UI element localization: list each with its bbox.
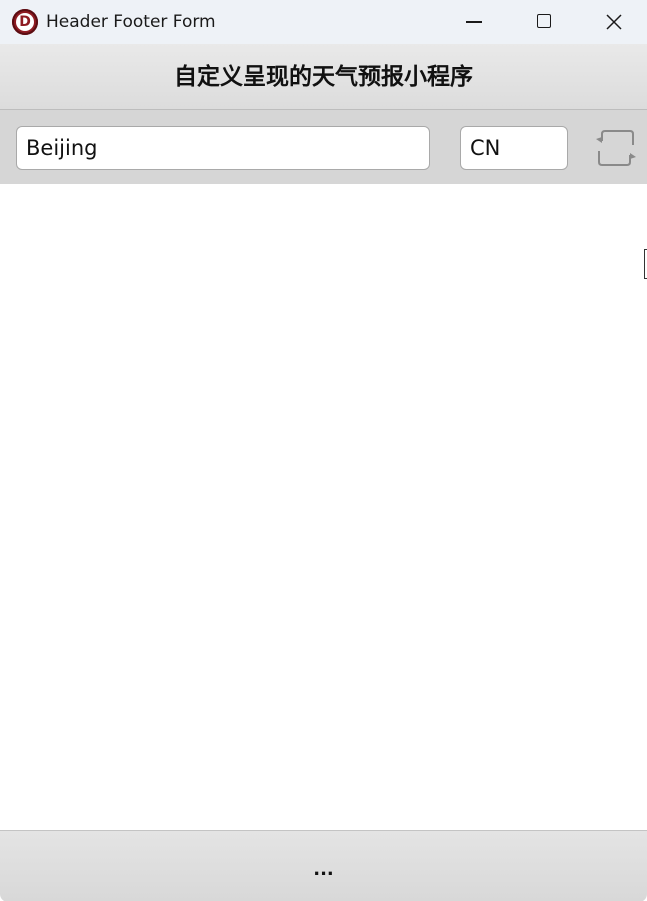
- maximize-icon: [537, 14, 551, 28]
- refresh-button[interactable]: [592, 127, 640, 169]
- search-toolbar: [0, 110, 647, 184]
- city-input[interactable]: [16, 126, 430, 170]
- country-code-input[interactable]: [460, 126, 568, 170]
- form-header: 自定义呈现的天气预报小程序: [0, 44, 647, 110]
- minimize-icon: [466, 21, 482, 23]
- refresh-icon: [596, 130, 636, 166]
- window-title: Header Footer Form: [46, 12, 216, 32]
- minimize-button[interactable]: [439, 0, 509, 44]
- maximize-button[interactable]: [509, 0, 579, 44]
- app-logo-letter: D: [16, 13, 34, 31]
- app-window: D Header Footer Form 自定义呈现的天气预报小程序 Beiji…: [0, 0, 647, 901]
- app-logo-icon: D: [12, 9, 38, 35]
- form-footer: ...: [0, 830, 647, 901]
- footer-status: ...: [313, 859, 334, 880]
- header-title: 自定义呈现的天气预报小程序: [174, 64, 473, 90]
- content-area: [0, 184, 647, 830]
- title-bar[interactable]: D Header Footer Form: [0, 0, 647, 44]
- close-button[interactable]: [579, 0, 647, 44]
- close-icon: [606, 14, 622, 30]
